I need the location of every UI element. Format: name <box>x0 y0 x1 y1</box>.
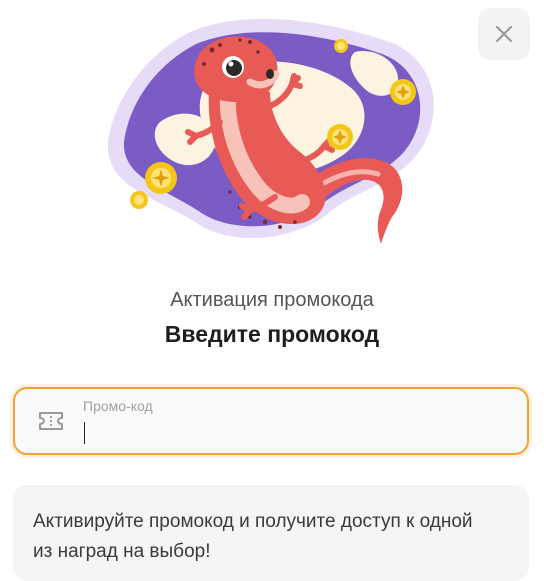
ticket-icon <box>39 412 63 430</box>
promo-code-label: Промо-код <box>83 398 153 414</box>
promo-code-input[interactable] <box>83 419 503 445</box>
promo-dialog: Активация промокода Введите промокод Про… <box>0 0 544 581</box>
close-icon <box>495 25 513 43</box>
dialog-title: Введите промокод <box>164 321 380 347</box>
dialog-subtitle: Активация промокода <box>170 289 374 311</box>
salamander-illustration <box>107 18 434 244</box>
info-text: Активируйте промокод и получите доступ к… <box>33 511 473 562</box>
text-caret <box>84 422 85 444</box>
info-box: Активируйте промокод и получите доступ к… <box>13 485 529 581</box>
close-button[interactable] <box>478 8 530 60</box>
promo-code-field[interactable]: Промо-код <box>13 387 529 455</box>
